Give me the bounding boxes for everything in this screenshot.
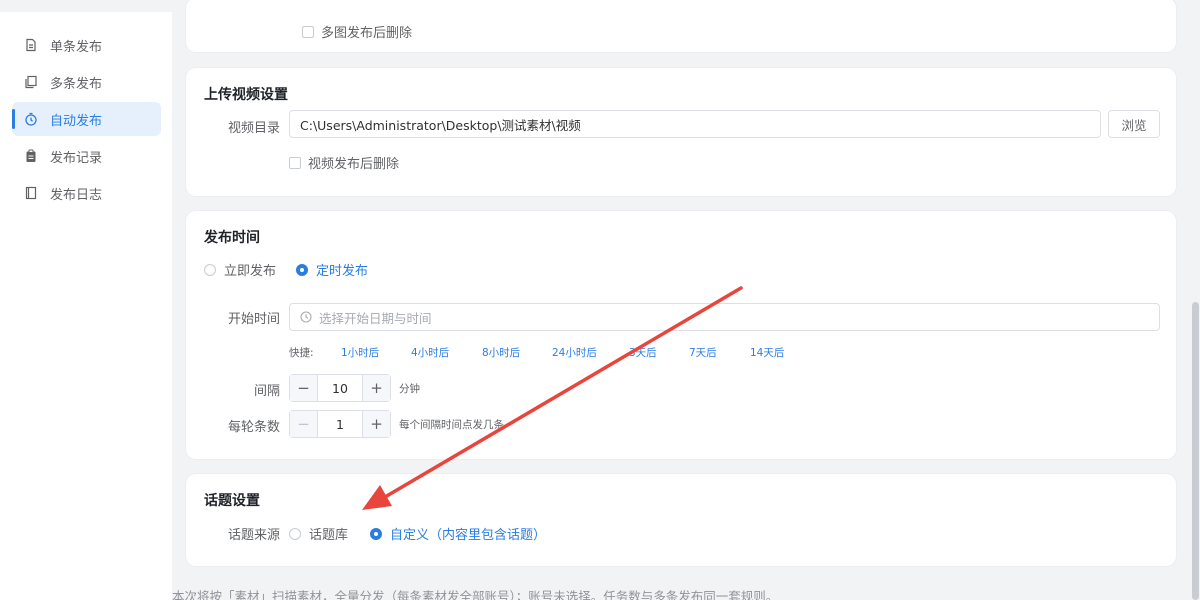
timer-icon: [24, 112, 38, 126]
card-title: 发布时间: [204, 230, 260, 246]
radio-label: 自定义（内容里包含话题）: [390, 528, 547, 543]
scrollbar-thumb[interactable]: [1192, 302, 1199, 600]
publish-time-card: 发布时间 立即发布 定时发布 开始时间 选择开始日期与时间 快捷: 1小时后 4…: [186, 211, 1176, 459]
per-round-hint: 每个间隔时间点发几条: [399, 419, 504, 431]
decrement-button[interactable]: −: [290, 375, 318, 401]
radio-label: 立即发布: [224, 264, 277, 279]
sidebar-item-single-publish[interactable]: 单条发布: [12, 28, 161, 62]
radio-publish-now[interactable]: 立即发布: [204, 260, 276, 279]
sidebar-item-label: 发布记录: [50, 150, 103, 166]
radio-dot: [289, 527, 301, 540]
delete-images-after-checkbox[interactable]: 多图发布后删除: [302, 22, 412, 41]
increment-button[interactable]: +: [362, 411, 390, 437]
footer-note: 本次将按「素材」扫描素材，全量分发（每条素材发全部账号）；账号未选择。任务数与多…: [172, 589, 779, 600]
checkbox-box: [302, 25, 314, 38]
video-settings-card: 上传视频设置 视频目录 C:\Users\Administrator\Deskt…: [186, 68, 1176, 196]
checkbox-box: [289, 156, 301, 169]
sidebar-item-label: 自动发布: [50, 113, 103, 129]
card-title: 上传视频设置: [204, 87, 288, 103]
radio-dot: [296, 263, 308, 276]
radio-label: 话题库: [309, 528, 349, 543]
quick-option[interactable]: 7天后: [689, 345, 717, 360]
radio-topic-custom[interactable]: 自定义（内容里包含话题）: [370, 524, 546, 543]
topic-source-label: 话题来源: [227, 528, 280, 543]
scrollbar[interactable]: [1190, 12, 1200, 600]
main-content: 多图发布后删除 上传视频设置 视频目录 C:\Users\Administrat…: [172, 0, 1190, 600]
start-time-label: 开始时间: [227, 312, 280, 327]
quick-option[interactable]: 1小时后: [341, 345, 379, 360]
delete-video-after-checkbox[interactable]: 视频发布后删除: [289, 153, 399, 172]
radio-dot: [370, 527, 382, 540]
per-round-label: 每轮条数: [227, 420, 280, 435]
stepper-value[interactable]: 10: [318, 375, 362, 401]
interval-unit: 分钟: [399, 383, 420, 395]
radio-dot: [204, 263, 216, 276]
quick-label: 快捷:: [289, 347, 314, 359]
clipboard-icon: [24, 149, 38, 163]
per-round-stepper: − 1 +: [289, 410, 391, 438]
video-dir-input[interactable]: C:\Users\Administrator\Desktop\测试素材\视频: [289, 110, 1101, 138]
document-icon: [24, 38, 38, 52]
book-icon: [24, 186, 38, 200]
quick-option[interactable]: 8小时后: [482, 345, 520, 360]
topic-settings-card: 话题设置 话题来源 话题库 自定义（内容里包含话题）: [186, 474, 1176, 566]
quick-option[interactable]: 14天后: [750, 345, 784, 360]
image-settings-card: 多图发布后删除: [186, 0, 1176, 52]
stepper-value[interactable]: 1: [318, 411, 362, 437]
quick-option[interactable]: 24小时后: [552, 345, 597, 360]
sidebar-item-publish-records[interactable]: 发布记录: [12, 139, 161, 173]
browse-button[interactable]: 浏览: [1108, 110, 1160, 138]
checkbox-label: 多图发布后删除: [321, 26, 413, 41]
sidebar-item-label: 单条发布: [50, 39, 103, 55]
sidebar-item-multi-publish[interactable]: 多条发布: [12, 65, 161, 99]
decrement-button[interactable]: −: [290, 411, 318, 437]
interval-label: 间隔: [253, 384, 280, 399]
radio-topic-library[interactable]: 话题库: [289, 524, 348, 543]
sidebar-item-publish-log[interactable]: 发布日志: [12, 176, 161, 210]
copy-icon: [24, 75, 38, 89]
start-time-picker[interactable]: 选择开始日期与时间: [289, 303, 1160, 331]
radio-label: 定时发布: [316, 264, 369, 279]
sidebar: 单条发布 多条发布 自动发布 发布记录 发布日志: [0, 12, 172, 600]
quick-option[interactable]: 3天后: [629, 345, 657, 360]
interval-stepper: − 10 +: [289, 374, 391, 402]
start-time-placeholder: 选择开始日期与时间: [319, 310, 432, 326]
sidebar-item-label: 多条发布: [50, 76, 103, 92]
card-title: 话题设置: [204, 493, 260, 509]
increment-button[interactable]: +: [362, 375, 390, 401]
sidebar-item-label: 发布日志: [50, 187, 103, 203]
video-dir-label: 视频目录: [227, 121, 280, 136]
checkbox-label: 视频发布后删除: [308, 157, 400, 172]
clock-icon: [300, 311, 312, 323]
quick-option[interactable]: 4小时后: [411, 345, 449, 360]
sidebar-item-auto-publish[interactable]: 自动发布: [12, 102, 161, 136]
radio-scheduled-publish[interactable]: 定时发布: [296, 260, 368, 279]
